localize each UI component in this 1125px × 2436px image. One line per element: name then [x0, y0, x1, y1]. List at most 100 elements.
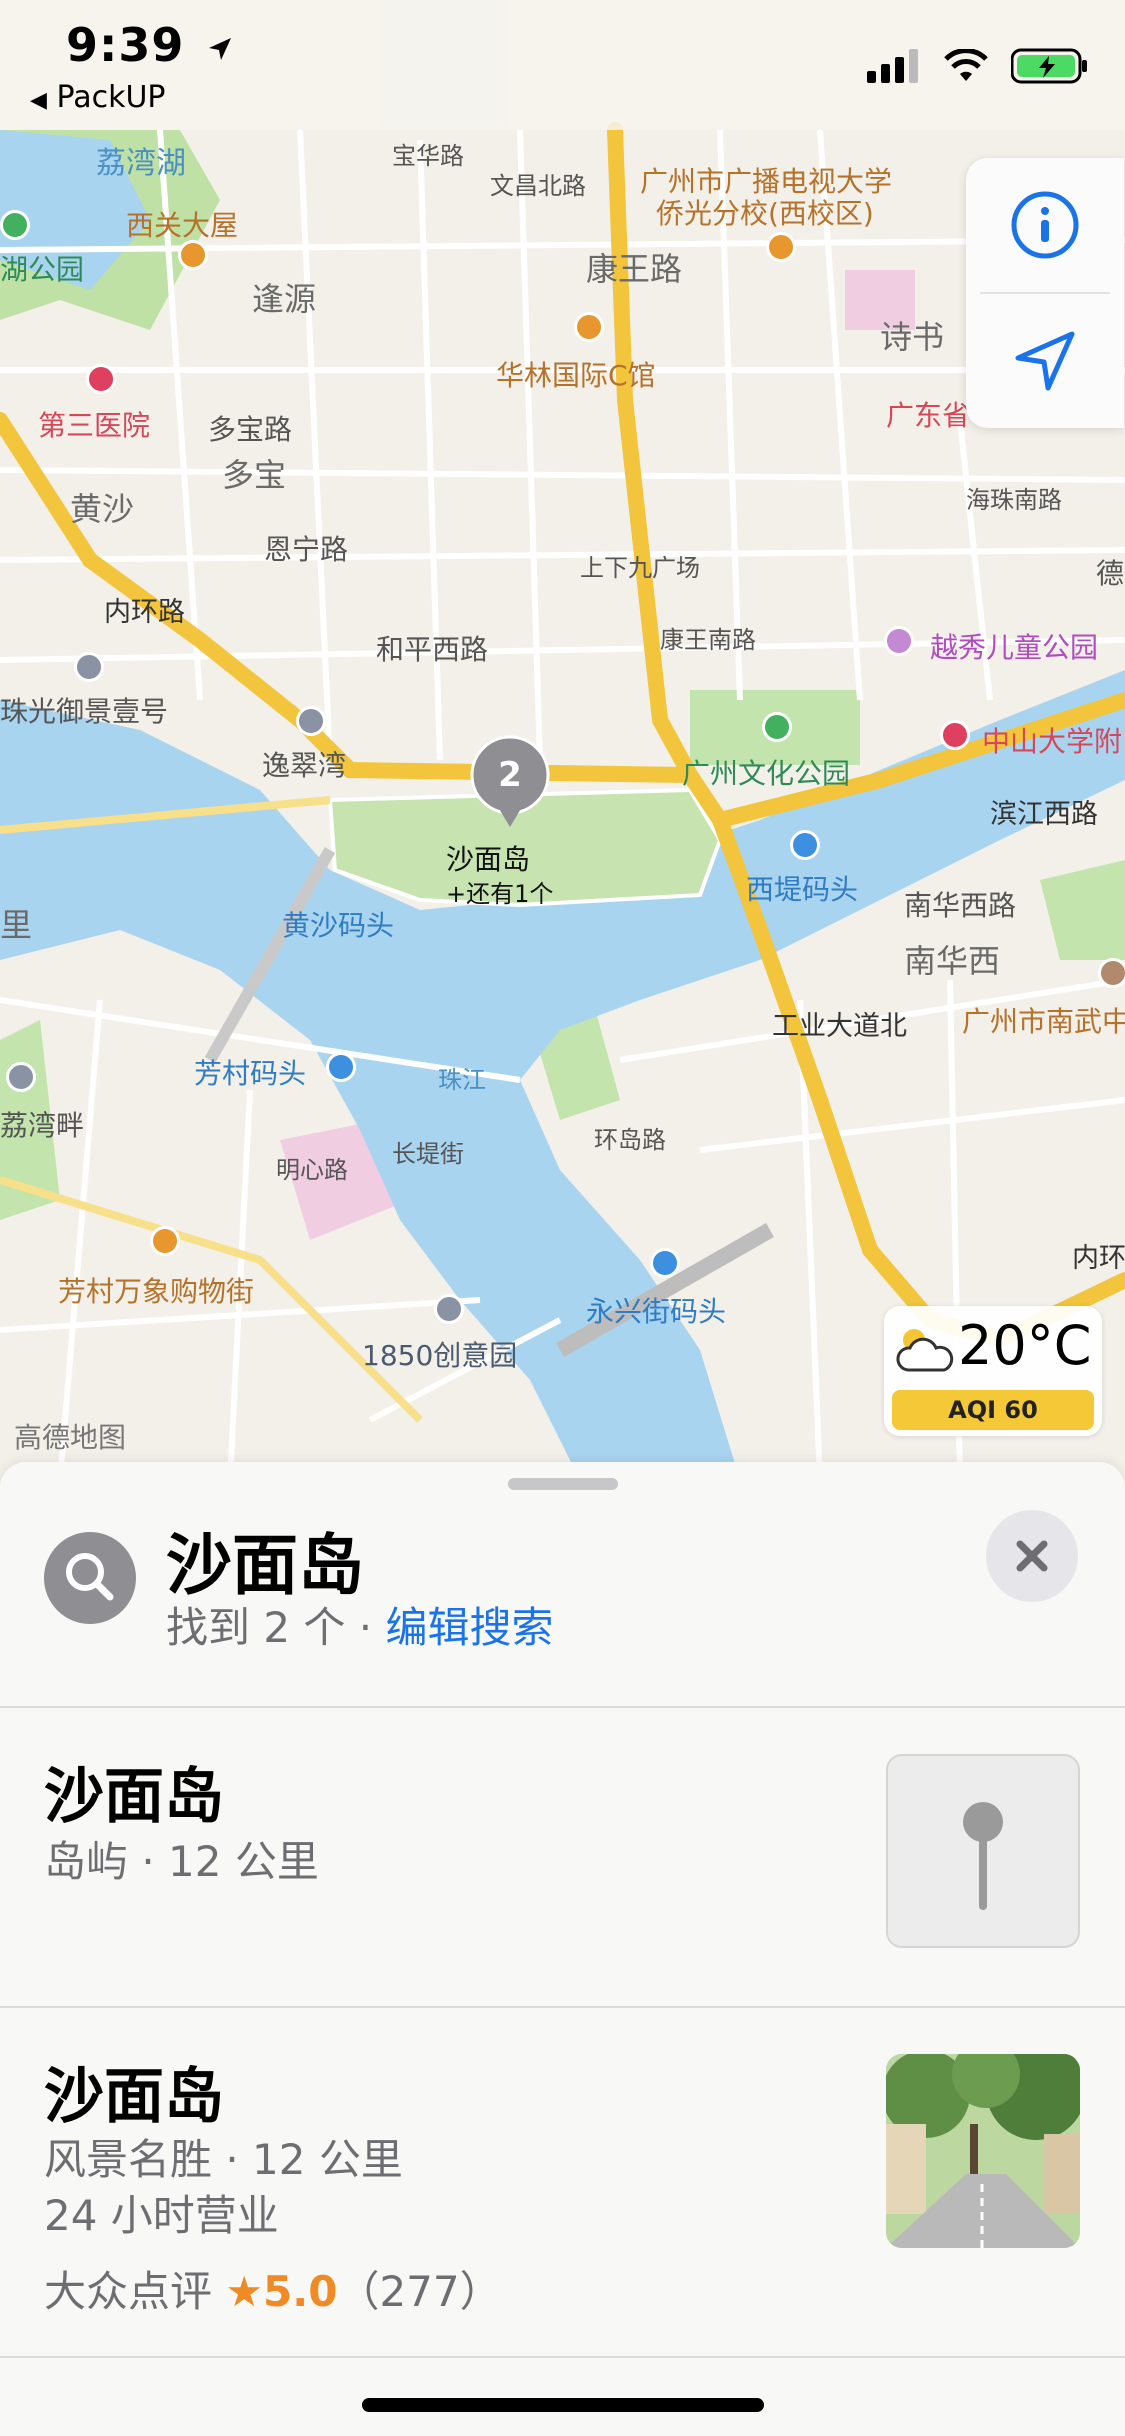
label-shishu: 诗书 [880, 318, 945, 356]
label-gongye-avenue: 工业大道北 [772, 1011, 907, 1042]
label-nanhua-west-road: 南华西路 [904, 889, 1017, 922]
status-time: 9:39 [66, 18, 235, 72]
label-mingxin-road: 明心路 [276, 1156, 348, 1184]
location-arrow-icon [209, 37, 232, 60]
label-changdi-street: 长堤街 [392, 1140, 464, 1168]
info-button[interactable] [966, 158, 1124, 292]
label-third-hospital: 第三医院 [38, 409, 151, 442]
divider [0, 1706, 1125, 1708]
label-binjiang-west-road: 滨江西路 [990, 799, 1098, 830]
label-and-one-more[interactable]: +还有1个 [446, 874, 553, 909]
culture-park-marker[interactable] [762, 712, 792, 742]
label-fangcun-pier: 芳村码头 [194, 1057, 307, 1090]
label-nanwu-school: 广州市南武中 [962, 1005, 1125, 1038]
label-childrens-park: 越秀儿童公园 [930, 631, 1099, 664]
label-dongyuan: 德 [1096, 557, 1125, 590]
label-kangwang-road: 康王路 [586, 250, 683, 288]
sysu-hospital-marker[interactable] [940, 720, 970, 750]
label-sysu-hospital: 中山大学附 [982, 725, 1123, 758]
label-kangwang-south-road: 康王南路 [660, 626, 756, 654]
locate-me-button[interactable] [966, 294, 1124, 428]
hualin-mall-marker[interactable] [574, 312, 604, 342]
label-enning-road: 恩宁路 [264, 533, 349, 566]
xiguan-mansion-marker[interactable] [178, 240, 208, 270]
third-hospital-marker[interactable] [86, 364, 116, 394]
close-icon [1016, 1540, 1048, 1572]
label-huangsha-pier: 黄沙码头 [282, 909, 395, 942]
label-lake-park: 湖公园 [0, 253, 85, 286]
rating-value: 5.0 [263, 2267, 338, 2316]
label-creative-park: 1850创意园 [362, 1339, 518, 1372]
label-guangdong-province: 广东省 [886, 399, 971, 432]
gaode-map-attribution: 高德地图 [14, 1421, 127, 1454]
sheet-grabber[interactable] [508, 1478, 618, 1490]
label-baohua-road: 宝华路 [392, 142, 464, 170]
label-duobao-road: 多宝路 [208, 413, 293, 446]
back-to-app-button[interactable]: ◀ PackUP [30, 80, 166, 115]
label-xiti-pier: 西堤码头 [746, 873, 859, 906]
time-text: 9:39 [66, 18, 185, 72]
label-tv-university-2: 侨光分校(西校区) [656, 197, 874, 230]
info-icon [1011, 191, 1079, 259]
label-huandao-road: 环岛路 [594, 1126, 666, 1154]
label-pearl-river: 珠江 [438, 1066, 486, 1094]
yicuiwan-marker[interactable] [296, 706, 326, 736]
star-icon: ★ [225, 2267, 264, 2316]
map-pin-icon[interactable]: 2 [470, 735, 550, 835]
wifi-icon [944, 49, 988, 81]
label-duobao: 多宝 [222, 456, 287, 494]
rating-source: 大众点评 [44, 2267, 213, 2316]
result-2-category: 风景名胜 · 12 公里 [44, 2135, 403, 2184]
divider [0, 2006, 1125, 2008]
weather-widget[interactable]: 20°C AQI 60 [884, 1306, 1102, 1436]
label-culture-park: 广州文化公园 [682, 757, 851, 790]
label-fengyuan: 逢源 [252, 280, 317, 318]
edit-search-link[interactable]: 编辑搜索 [385, 1603, 553, 1652]
lychee-bay-marker[interactable] [6, 1062, 36, 1092]
status-indicators [867, 48, 1089, 84]
navigate-icon [1015, 331, 1075, 391]
results-sheet[interactable]: 沙面岛 找到 2 个 · 编辑搜索 沙面岛 岛屿 · 12 公里 沙面岛 风景名… [0, 1462, 1125, 2436]
label-shamian-island[interactable]: 沙面岛 [446, 838, 530, 878]
back-arrow-icon: ◀ [30, 88, 47, 113]
result-2-title: 沙面岛 [44, 2062, 224, 2132]
close-button[interactable] [986, 1510, 1078, 1602]
label-fangcun-mall: 芳村万象购物街 [58, 1275, 255, 1308]
label-yicuiwan: 逸翠湾 [262, 749, 347, 782]
rating-count: （277） [337, 2267, 502, 2316]
label-lychee-lake: 荔湾湖 [96, 146, 186, 181]
result-1-title: 沙面岛 [44, 1762, 224, 1832]
battery-icon [1011, 48, 1087, 84]
label-wenchang-north-road: 文昌北路 [490, 172, 586, 200]
results-count: 找到 2 个 · [166, 1603, 386, 1652]
label-xiguan-mansion: 西关大屋 [126, 209, 239, 242]
label-lychee-bay: 荔湾畔 [0, 1109, 85, 1142]
xiti-pier-marker[interactable] [790, 830, 820, 860]
pin-count: 2 [498, 755, 522, 795]
label-nanhua-west: 南华西 [904, 942, 1001, 980]
label-inner-ring-2: 内环 [1072, 1243, 1125, 1274]
map-pin-icon [963, 1802, 1003, 1910]
fangcun-pier-marker[interactable] [326, 1052, 356, 1082]
label-huangsha: 黄沙 [70, 490, 135, 528]
map-controls [966, 158, 1124, 428]
lake-park-marker[interactable] [0, 210, 30, 240]
label-shangxiajiu: 上下九广场 [580, 554, 700, 582]
weather-cloud-icon [896, 1329, 954, 1372]
map-view[interactable]: 荔湾湖 西关大屋 湖公园 逢源 第三医院 多宝路 多宝 黄沙 恩宁路 内环路 珠… [0, 0, 1125, 1480]
fangcun-mall-marker[interactable] [150, 1226, 180, 1256]
result-2-hours: 24 小时营业 [44, 2191, 279, 2240]
yongxing-pier-marker[interactable] [650, 1248, 680, 1278]
creative-park-marker[interactable] [434, 1294, 464, 1324]
aqi-badge: AQI 60 [892, 1390, 1094, 1430]
home-indicator[interactable] [362, 2398, 764, 2412]
residential-marker[interactable] [74, 652, 104, 682]
nanwu-school-marker[interactable] [1098, 958, 1125, 988]
search-icon [44, 1532, 136, 1624]
label-yongxing-pier: 永兴街码头 [586, 1295, 727, 1328]
signal-icon [867, 49, 918, 83]
childrens-park-marker[interactable] [884, 626, 914, 656]
label-zhuguang-yujing: 珠光御景壹号 [0, 695, 169, 728]
pin-thumbnail [886, 1754, 1080, 1948]
tv-university-marker[interactable] [766, 232, 796, 262]
